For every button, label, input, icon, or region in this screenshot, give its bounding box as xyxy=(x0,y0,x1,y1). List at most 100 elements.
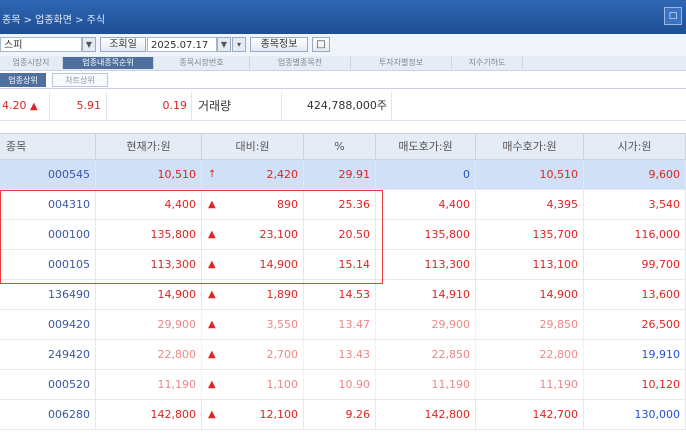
table-row[interactable]: 000545 10,510 2,420 29.91 0 10,510 9,600 ↑ xyxy=(0,160,686,190)
cell-ask: 14,910 xyxy=(376,280,476,310)
title-bar: 종목 > 업종화면 > 주식 □ xyxy=(0,0,686,34)
cell-code: 004310 xyxy=(0,190,96,220)
tab-investor-info[interactable]: 투자자별정보 xyxy=(351,57,452,69)
cell-code: 000105 xyxy=(0,250,96,280)
table-row[interactable]: 249420 22,800 2,700 13.43 22,850 22,800 19,910… xyxy=(0,340,686,370)
query-date-label[interactable]: 조회일 xyxy=(100,37,146,52)
tab-index-chart[interactable]: 지수기하도 xyxy=(452,57,523,69)
top-tab-bar: 업종시장지 업종내종목순위 종목시장번호 업종별종목전 투자자별정보 지수기하도 xyxy=(0,56,686,71)
tab-sector-top[interactable]: 업종상위 xyxy=(0,73,46,87)
cell-code: 136490 xyxy=(0,280,96,310)
index-value: 4.20 xyxy=(2,99,27,112)
cell-bid: 11,190 xyxy=(476,370,584,400)
cell-code: 249420 xyxy=(0,340,96,370)
tab-sector-market[interactable]: 업종시장지 xyxy=(0,57,63,69)
tab-sector-ranking[interactable]: 업종내종목순위 xyxy=(63,57,154,69)
cell-bid: 113,100 xyxy=(476,250,584,280)
tab-sector-stock[interactable]: 업종별종목전 xyxy=(250,57,351,69)
up-arrow-icon: ↑ xyxy=(208,169,217,180)
up-arrow-icon: ▲ xyxy=(208,199,216,210)
cell-ask: 135,800 xyxy=(376,220,476,250)
volume-label: 거래량 xyxy=(192,92,282,120)
cell-bid: 4,395 xyxy=(476,190,584,220)
table-row[interactable]: 004310 4,400 890 25.36 4,400 4,395 3,540 ▲ xyxy=(0,190,686,220)
rate-value: 0.19 xyxy=(107,92,192,120)
cell-diff: 3,550 xyxy=(202,310,304,340)
cell-price: 29,900 xyxy=(96,310,202,340)
cell-code: 009420 xyxy=(0,310,96,340)
table-header: 종목 현재가:원 대비:원 % 매도호가:원 매수호가:원 시가:원 xyxy=(0,133,686,160)
cell-price: 135,800 xyxy=(96,220,202,250)
market-select[interactable]: 스피 xyxy=(0,37,82,52)
cell-code: 000520 xyxy=(0,370,96,400)
window-button[interactable]: □ xyxy=(664,7,682,25)
cell-diff: 890 xyxy=(202,190,304,220)
cell-open: 99,700 xyxy=(584,250,686,280)
tab-chart-top[interactable]: 차트상위 xyxy=(52,73,108,87)
cell-bid: 14,900 xyxy=(476,280,584,310)
col-header-pct[interactable]: % xyxy=(304,134,376,159)
cell-diff: 12,100 xyxy=(202,400,304,430)
cell-price: 113,300 xyxy=(96,250,202,280)
up-arrow-icon: ▲ xyxy=(208,289,216,300)
table-row[interactable]: 000520 11,190 1,100 10.90 11,190 11,190 10,120… xyxy=(0,370,686,400)
cell-open: 3,540 xyxy=(584,190,686,220)
tab-stock-market[interactable]: 종목시장번호 xyxy=(154,57,250,69)
up-arrow-icon: ▲ xyxy=(208,379,216,390)
col-header-diff[interactable]: 대비:원 xyxy=(202,134,304,159)
toolbar: 스피 ▼ 조회일 2025.07.17 ▼ ▾ 종목정보 □ xyxy=(0,34,686,57)
cell-code: 006280 xyxy=(0,400,96,430)
cell-open: 26,500 xyxy=(584,310,686,340)
misc-button[interactable]: □ xyxy=(312,37,330,52)
cell-diff: 2,420 xyxy=(202,160,304,190)
up-arrow-icon: ▲ xyxy=(208,229,216,240)
up-arrow-icon: ▲ xyxy=(208,349,216,360)
cell-open: 19,910 xyxy=(584,340,686,370)
cell-ask: 11,190 xyxy=(376,370,476,400)
chevron-down-icon[interactable]: ▼ xyxy=(82,37,96,52)
cell-code: 000545 xyxy=(0,160,96,190)
cell-pct: 14.53 xyxy=(304,280,376,310)
table-row[interactable]: 000100 135,800 23,100 20.50 135,800 135,700 11… xyxy=(0,220,686,250)
col-header-price[interactable]: 현재가:원 xyxy=(96,134,202,159)
cell-pct: 20.50 xyxy=(304,220,376,250)
cell-pct: 13.43 xyxy=(304,340,376,370)
change-value: 5.91 xyxy=(50,92,107,120)
cell-pct: 29.91 xyxy=(304,160,376,190)
date-field[interactable]: 2025.07.17 xyxy=(147,37,217,52)
volume-value: 424,788,000주 xyxy=(282,92,392,120)
spin-down-icon[interactable]: ▾ xyxy=(232,37,246,52)
cell-bid: 29,850 xyxy=(476,310,584,340)
col-header-stock[interactable]: 종목 xyxy=(0,134,96,159)
cell-open: 130,000 xyxy=(584,400,686,430)
up-arrow-icon: ▲ xyxy=(208,259,216,270)
sub-tab-bar: 업종상위 차트상위 xyxy=(0,71,686,89)
cell-diff: 2,700 xyxy=(202,340,304,370)
table-row[interactable]: 000105 113,300 14,900 15.14 113,300 113,100 99… xyxy=(0,250,686,280)
summary-strip: 4.20 ▲ 5.91 0.19 거래량 424,788,000주 xyxy=(0,92,686,121)
cell-code: 000100 xyxy=(0,220,96,250)
col-header-bid[interactable]: 매수호가:원 xyxy=(476,134,584,159)
stock-info-button[interactable]: 종목정보 xyxy=(250,37,308,52)
table-row[interactable]: 006280 142,800 12,100 9.26 142,800 142,700 130… xyxy=(0,400,686,430)
table-row[interactable]: 009420 29,900 3,550 13.47 29,900 29,850 26,500… xyxy=(0,310,686,340)
cell-price: 22,800 xyxy=(96,340,202,370)
cell-open: 10,120 xyxy=(584,370,686,400)
cell-diff: 14,900 xyxy=(202,250,304,280)
cell-ask: 113,300 xyxy=(376,250,476,280)
cell-ask: 142,800 xyxy=(376,400,476,430)
calendar-arrow-icon[interactable]: ▼ xyxy=(217,37,231,52)
cell-price: 11,190 xyxy=(96,370,202,400)
cell-price: 14,900 xyxy=(96,280,202,310)
cell-bid: 135,700 xyxy=(476,220,584,250)
cell-pct: 13.47 xyxy=(304,310,376,340)
cell-open: 116,000 xyxy=(584,220,686,250)
col-header-open[interactable]: 시가:원 xyxy=(584,134,686,159)
cell-bid: 142,700 xyxy=(476,400,584,430)
up-arrow-icon: ▲ xyxy=(208,409,216,420)
col-header-ask[interactable]: 매도호가:원 xyxy=(376,134,476,159)
up-triangle-icon: ▲ xyxy=(30,101,38,112)
table-row[interactable]: 136490 14,900 1,890 14.53 14,910 14,900 13,600… xyxy=(0,280,686,310)
cell-bid: 22,800 xyxy=(476,340,584,370)
cell-pct: 10.90 xyxy=(304,370,376,400)
